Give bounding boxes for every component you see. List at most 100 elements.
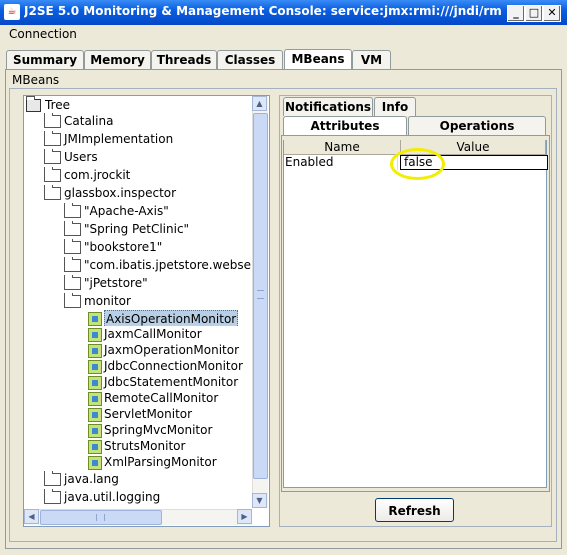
tree-item-label: ServletMonitor [104,407,193,421]
highlight-ellipse [390,148,445,180]
java-icon: ☕ [4,4,20,20]
tree-item-folder[interactable]: ⊸"Spring PetClinic" [60,221,252,237]
scroll-up-arrow-icon[interactable]: ▲ [252,96,267,111]
tree-item-folder[interactable]: ⊸Users [40,149,252,165]
tree-item-mbean[interactable]: JdbcConnectionMonitor [84,358,252,374]
tree-item-label: RemoteCallMonitor [104,391,219,405]
tree-item-folder[interactable]: ⊸com.jrockit [40,167,252,183]
tree-item-label: StrutsMonitor [104,439,186,453]
tree-item-folder[interactable]: ⊸JMImplementation [40,131,252,147]
tree-item-label: JdbcStatementMonitor [104,375,239,389]
tab-classes[interactable]: Classes [217,50,283,70]
split-pane-divider[interactable] [270,95,277,525]
scroll-right-arrow-icon[interactable]: ▶ [237,509,252,524]
menu-connection[interactable]: Connection [9,27,77,41]
tree-item-folder[interactable]: ⊸"jPetstore" [60,275,252,291]
tree-item-label: glassbox.inspector [64,186,177,200]
folder-icon [64,203,81,218]
attributes-table[interactable] [283,140,547,488]
tree-item-label: java.lang [64,472,119,486]
tree-item-mbean[interactable]: SpringMvcMonitor [84,422,252,438]
tab-memory[interactable]: Memory [84,50,151,70]
tree-item-label: Users [64,150,98,164]
tree-item-mbean[interactable]: RemoteCallMonitor [84,390,252,406]
tab-operations[interactable]: Operations [408,116,546,135]
tree-item-folder[interactable]: ⊸monitor [60,293,252,309]
tree-item-label: "com.ibatis.jpetstore.webservic [84,258,252,272]
tab-mbeans[interactable]: MBeans [284,49,352,71]
tree-item-label: SpringMvcMonitor [104,423,213,437]
refresh-button[interactable]: Refresh [375,498,454,522]
tree-item-label: "jPetstore" [84,276,148,290]
tree-item-folder[interactable]: ⊸java.lang [40,471,252,487]
grip-icon [257,290,264,299]
tree-item-label: JaxmCallMonitor [104,327,202,341]
folder-icon [64,257,81,272]
tree-item-label: Catalina [64,114,114,128]
tree-item-label: "Spring PetClinic" [84,222,190,236]
tree-item-label: JMImplementation [64,132,174,146]
mbean-icon [88,392,102,406]
tree-horizontal-scroll-thumb[interactable] [40,510,162,525]
folder-icon [44,185,61,200]
tree-item-label: "bookstore1" [84,240,163,254]
tab-info[interactable]: Info [374,97,416,116]
mbean-icon [88,376,102,390]
column-header-name[interactable]: Name [284,140,401,155]
folder-icon [44,471,61,486]
tree-item-label: "Apache-Axis" [84,204,169,218]
tree-item-folder[interactable]: ⊸Catalina [40,113,252,129]
folder-icon [44,489,61,504]
mbean-icon [88,360,102,374]
folder-icon [44,131,61,146]
mbean-icon [88,344,102,358]
tree-item-label: com.jrockit [64,168,131,182]
folder-icon [44,113,61,128]
tree-item-folder[interactable]: ⊸java.util.logging [40,489,252,505]
mbean-icon [88,328,102,342]
maximize-button[interactable]: □ [525,5,543,22]
folder-icon [64,221,81,236]
scroll-left-arrow-icon[interactable]: ◀ [24,509,39,524]
close-button[interactable]: ✕ [543,5,561,22]
tab-threads[interactable]: Threads [151,50,217,70]
tree-item-mbean[interactable]: StrutsMonitor [84,438,252,454]
tree-item-mbean[interactable]: JaxmCallMonitor [84,326,252,342]
folder-icon [44,149,61,164]
tree-item-mbean[interactable]: AxisOperationMonitor [84,310,252,326]
tree-item-label: XmlParsingMonitor [104,455,217,469]
tab-summary[interactable]: Summary [6,50,84,70]
tab-attributes[interactable]: Attributes [283,116,407,135]
grip-icon [96,514,105,521]
tree-item-label: JaxmOperationMonitor [104,343,240,357]
tree-item-label: monitor [84,294,131,308]
folder-icon [44,167,61,182]
tree-item-folder[interactable]: ⊸"com.ibatis.jpetstore.webservic [60,257,252,273]
mbean-icon [88,312,102,326]
folder-icon [64,239,81,254]
tree-item-label: AxisOperationMonitor [104,310,239,326]
mbean-icon [88,440,102,454]
title-bar[interactable]: ☕ J2SE 5.0 Monitoring & Management Conso… [0,0,567,25]
tree-item-folder[interactable]: ⊸"bookstore1" [60,239,252,255]
tree-item-mbean[interactable]: JaxmOperationMonitor [84,342,252,358]
tab-notifications[interactable]: Notifications [283,97,373,116]
minimize-button[interactable]: _ [507,5,525,22]
tree-item-label: java.util.logging [64,490,161,504]
tree-item-folder[interactable]: ⊸glassbox.inspector [40,185,252,201]
tree-item-mbean[interactable]: ServletMonitor [84,406,252,422]
tree-item-folder[interactable]: ⊸"Apache-Axis" [60,203,252,219]
mbean-icon [88,408,102,422]
menu-bar: Connection [0,25,567,45]
tree-item-mbean[interactable]: XmlParsingMonitor [84,454,252,470]
tree-root-icon [26,96,41,112]
tree-item-mbean[interactable]: JdbcStatementMonitor [84,374,252,390]
tree-vertical-scroll-thumb[interactable] [253,113,268,479]
mbeans-label: MBeans [10,73,62,87]
window-title: J2SE 5.0 Monitoring & Management Console… [24,4,502,18]
mbean-icon [88,424,102,438]
scroll-down-arrow-icon[interactable]: ▼ [252,493,267,508]
tab-vm[interactable]: VM [352,50,391,70]
attribute-name-cell[interactable]: Enabled [285,155,398,170]
folder-icon [64,293,81,308]
